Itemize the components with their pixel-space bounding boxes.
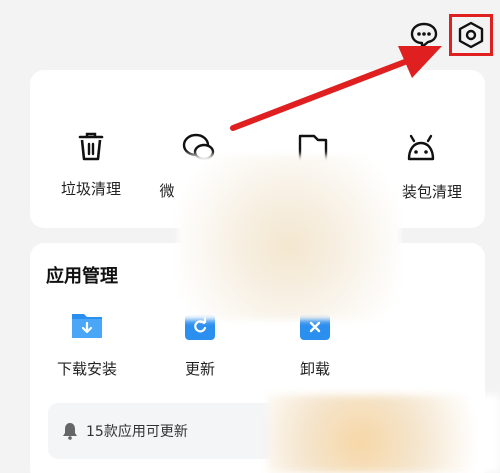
blurred-popup	[178, 155, 400, 320]
bell-icon	[63, 423, 77, 440]
section-title: 应用管理	[46, 266, 118, 287]
android-icon	[407, 134, 435, 161]
download-install-button[interactable]: 下载安装	[47, 308, 127, 379]
app-tool-label: 更新	[184, 360, 215, 378]
hexagon-settings-icon	[458, 21, 484, 49]
trash-icon	[78, 132, 104, 161]
download-folder-icon	[70, 308, 104, 342]
app-tool-label: 卸载	[299, 360, 330, 378]
settings-button[interactable]	[449, 14, 493, 56]
blurred-region	[268, 395, 500, 473]
app-tool-label: 下载安装	[56, 360, 117, 378]
tool-trash-clean[interactable]: 垃圾清理	[36, 128, 146, 199]
tool-label: 垃圾清理	[60, 180, 121, 198]
top-bar	[0, 0, 500, 68]
notice-text: 15款应用可更新	[86, 424, 188, 440]
chat-bubble-icon[interactable]	[406, 18, 442, 52]
